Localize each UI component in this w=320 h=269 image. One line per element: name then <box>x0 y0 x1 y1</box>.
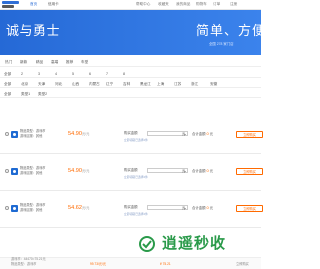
bottom-rate: 99.73/元/元 <box>90 262 107 266</box>
select-radio[interactable] <box>5 169 9 173</box>
filter-option[interactable]: 4 <box>55 72 57 77</box>
site-logo[interactable] <box>2 1 19 9</box>
tab-recommend[interactable]: 推荐 <box>66 60 73 65</box>
amount-select[interactable]: 元 <box>147 168 188 173</box>
select-radio[interactable] <box>5 206 9 210</box>
product-server: 游戏区服：其他 <box>20 208 43 212</box>
buy-button[interactable]: 立即购买 <box>236 168 263 175</box>
product-server: 游戏区服：其他 <box>20 171 43 175</box>
cashback-note: 立即领取已选择0件 <box>124 212 148 216</box>
nav-orders[interactable]: 订单 <box>213 2 220 7</box>
buy-button[interactable]: 立即购买 <box>236 131 263 138</box>
product-thumb-icon <box>11 168 18 175</box>
nav-link-home[interactable]: 首页 <box>30 2 37 7</box>
tab-highend[interactable]: 高端 <box>51 60 58 65</box>
filter-option[interactable]: 辽宁 <box>106 82 113 87</box>
filter-option[interactable]: 江苏 <box>174 82 181 87</box>
tab-model[interactable]: 车型 <box>81 60 88 65</box>
watermark-text: 逍遥秒收 <box>162 235 227 252</box>
filter-option[interactable]: 5 <box>72 72 74 77</box>
filter-row-type: 全部 类型1 类型2 <box>0 90 261 98</box>
total-amount: 合计金额 0 元 <box>192 168 214 173</box>
filter-option[interactable]: 吉林 <box>123 82 130 87</box>
cashback-note: 立即领取已选择0件 <box>124 175 148 179</box>
tab-premium[interactable]: 精品 <box>36 60 43 65</box>
amount-label: 购买金额 <box>124 205 138 209</box>
filter-option[interactable]: 安徽 <box>210 82 217 87</box>
product-row: 物品类型：游戏币 游戏区服：其他 54.90元/元 购买金额 元 合计金额 0 … <box>0 155 263 191</box>
amount-select[interactable]: 元 <box>147 205 188 210</box>
total-amount: 合计金额 0 元 <box>192 205 214 210</box>
product-server: 游戏区服：其他 <box>20 134 43 138</box>
watermark: 逍遥秒收 <box>136 235 252 253</box>
product-row: 物品类型：游戏币 游戏区服：其他 54.62元/元 购买金额 元 合计金额 0 … <box>0 192 263 228</box>
amount-label: 购买金额 <box>124 168 138 172</box>
filter-option[interactable]: 浙江 <box>191 82 198 87</box>
chevron-down-icon <box>184 170 186 172</box>
filter-option[interactable]: 上海 <box>157 82 164 87</box>
bottom-bar: 游戏币：44470=75.21元 物品类型：游戏币 99.73/元/元 ¥ 75… <box>0 257 261 269</box>
nav-favorites[interactable]: 收藏夹 <box>158 2 169 7</box>
buy-button[interactable]: 立即购买 <box>236 205 263 212</box>
amount-select[interactable]: 元 <box>147 131 188 136</box>
product-price: 54.90元/元 <box>68 131 90 137</box>
filter-option[interactable]: 类型1 <box>21 92 30 97</box>
select-radio[interactable] <box>5 132 9 136</box>
tab-hot[interactable]: 热门 <box>5 60 12 65</box>
filter-option[interactable]: 天津 <box>38 82 45 87</box>
filter-all[interactable]: 全部 <box>4 72 11 77</box>
filter-row-region: 全部 北京 天津 河北 山西 内蒙古 辽宁 吉林 黑龙江 上海 江苏 浙江 安徽 <box>0 80 261 88</box>
filter-option[interactable]: 山西 <box>72 82 79 87</box>
bottom-buy-button[interactable]: 立即购买 <box>236 262 249 267</box>
nav-help[interactable]: 帮助中心 <box>136 2 150 7</box>
category-tabs: 热门 新款 精品 高端 推荐 车型 <box>0 59 261 67</box>
product-row: 物品类型：游戏币 游戏区服：其他 54.90元/元 购买金额 元 合计金额 0 … <box>0 118 263 154</box>
product-thumb-icon <box>11 205 18 212</box>
filter-option[interactable]: 北京 <box>21 82 28 87</box>
filter-all[interactable]: 全部 <box>4 92 11 97</box>
nav-cart[interactable]: 购物车 <box>196 2 207 7</box>
watermark-logo-icon <box>139 236 155 252</box>
banner-slogan: 简单、方便、 <box>196 23 261 38</box>
filter-option[interactable]: 黑龙江 <box>140 82 151 87</box>
filter-row-level: 全部 2 3 4 5 6 7 8 <box>0 70 261 78</box>
hero-banner: 诚与勇士 简单、方便、 全国 278 家门店 <box>0 10 261 55</box>
filter-option[interactable]: 2 <box>21 72 23 77</box>
product-thumb-icon <box>11 131 18 138</box>
filter-option[interactable]: 6 <box>89 72 91 77</box>
product-price: 54.62元/元 <box>68 205 90 211</box>
product-price: 54.90元/元 <box>68 168 90 174</box>
filter-option[interactable]: 7 <box>106 72 108 77</box>
filter-option[interactable]: 8 <box>123 72 125 77</box>
banner-subtitle: 全国 278 家门店 <box>209 42 234 46</box>
chevron-down-icon <box>184 133 186 135</box>
nav-my-goods[interactable]: 我的商品 <box>176 2 190 7</box>
top-nav: 首页 信用卡 帮助中心 收藏夹 我的商品 购物车 订单 注册 <box>0 0 261 10</box>
banner-title: 诚与勇士 <box>6 23 61 38</box>
bottom-type: 物品类型：游戏币 <box>11 262 37 266</box>
total-amount: 合计金额 0 元 <box>192 131 214 136</box>
filter-option[interactable]: 内蒙古 <box>89 82 100 87</box>
nav-register[interactable]: 注册 <box>230 2 237 7</box>
nav-link-card[interactable]: 信用卡 <box>48 2 59 7</box>
filter-all[interactable]: 全部 <box>4 82 11 87</box>
filter-option[interactable]: 类型2 <box>38 92 47 97</box>
bottom-price: ¥ 75.21 <box>160 262 171 266</box>
tab-new[interactable]: 新款 <box>20 60 27 65</box>
amount-label: 购买金额 <box>124 131 138 135</box>
filter-option[interactable]: 河北 <box>55 82 62 87</box>
cashback-note: 立即领取已选择0件 <box>124 138 148 142</box>
chevron-down-icon <box>184 207 186 209</box>
filter-option[interactable]: 3 <box>38 72 40 77</box>
